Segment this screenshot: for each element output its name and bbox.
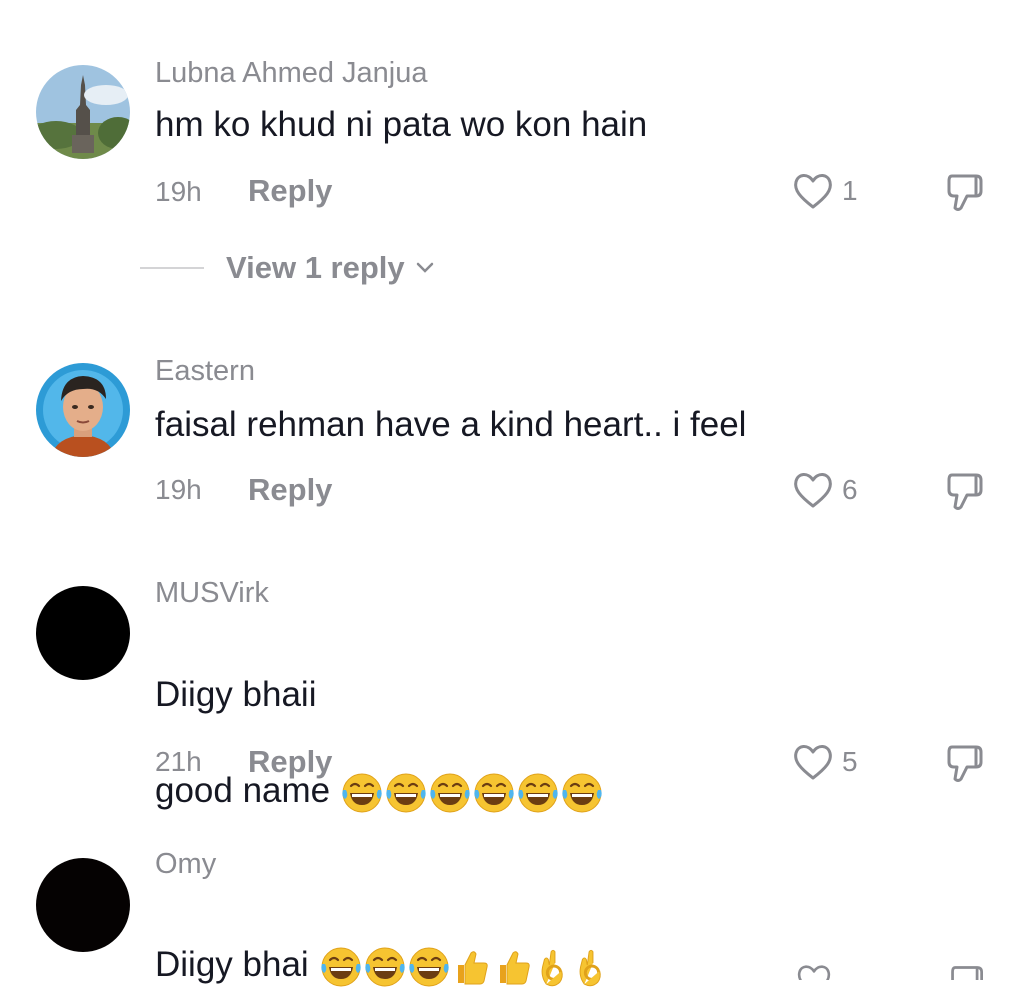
avatar[interactable] xyxy=(36,858,130,952)
face-with-tears-of-joy-icon xyxy=(561,772,603,813)
like-icon-partial xyxy=(796,962,832,980)
comment-text-line: Diigy bhaii xyxy=(155,675,317,714)
face-with-tears-of-joy-icon xyxy=(319,946,362,987)
comment-text: hm ko khud ni pata wo kon hain xyxy=(155,105,648,144)
face-with-tears-of-joy-icon xyxy=(407,946,450,987)
thumbs-down-outline-icon xyxy=(947,473,983,510)
comment-username[interactable]: Eastern xyxy=(155,355,255,388)
comment-text: Diigy bhaii good name xyxy=(155,623,603,863)
like-count: 5 xyxy=(842,746,858,777)
avatar[interactable] xyxy=(36,65,130,159)
heart-outline-icon xyxy=(794,472,832,508)
thumbs-down-outline-icon xyxy=(947,174,983,211)
reply-button[interactable]: Reply xyxy=(248,173,332,209)
emoji-row xyxy=(317,945,609,989)
view-replies-label: View 1 reply xyxy=(226,250,405,285)
comment-text: faisal rehman have a kind heart.. i feel xyxy=(155,405,747,444)
comment-username[interactable]: MUSVirk xyxy=(155,577,269,610)
comment-username[interactable]: Lubna Ahmed Janjua xyxy=(155,57,428,90)
comment-timestamp: 19h xyxy=(155,474,202,505)
like-button[interactable]: 6 xyxy=(792,469,858,511)
thumbs-down-outline-icon xyxy=(947,745,983,782)
comment-timestamp: 21h xyxy=(155,746,202,777)
reply-button[interactable]: Reply xyxy=(248,472,332,508)
dislike-icon-partial xyxy=(948,962,988,980)
reply-button[interactable]: Reply xyxy=(248,744,332,780)
thumbs-up-icon xyxy=(499,950,530,985)
heart-outline-icon xyxy=(794,173,832,209)
divider xyxy=(140,267,204,269)
avatar[interactable] xyxy=(36,363,130,457)
dislike-button[interactable] xyxy=(944,741,988,790)
avatar[interactable] xyxy=(36,586,130,680)
dislike-button[interactable] xyxy=(944,469,988,518)
face-with-tears-of-joy-icon xyxy=(385,772,427,813)
face-with-tears-of-joy-icon xyxy=(473,772,515,813)
comment-timestamp: 19h xyxy=(155,176,202,207)
emoji-row xyxy=(338,771,603,815)
comment-username[interactable]: Omy xyxy=(155,848,216,881)
like-button[interactable]: 1 xyxy=(792,170,858,212)
like-count: 1 xyxy=(842,175,858,206)
face-with-tears-of-joy-icon xyxy=(341,772,383,813)
comment-text: Diigy bhai xyxy=(155,893,609,989)
heart-outline-icon xyxy=(794,744,832,780)
comment-text-line: good name xyxy=(155,767,603,815)
like-button[interactable]: 5 xyxy=(792,741,858,783)
view-replies-button[interactable]: View 1 reply xyxy=(140,250,435,286)
dislike-button[interactable] xyxy=(944,170,988,219)
thumbs-up-icon xyxy=(457,950,488,985)
ok-hand-icon xyxy=(578,948,602,987)
comment-text-fragment: Diigy bhai xyxy=(155,945,309,984)
like-count: 6 xyxy=(842,474,858,505)
face-with-tears-of-joy-icon xyxy=(517,772,559,813)
chevron-down-icon xyxy=(416,262,433,273)
face-with-tears-of-joy-icon xyxy=(429,772,471,813)
ok-hand-icon xyxy=(540,948,564,987)
face-with-tears-of-joy-icon xyxy=(363,946,406,987)
